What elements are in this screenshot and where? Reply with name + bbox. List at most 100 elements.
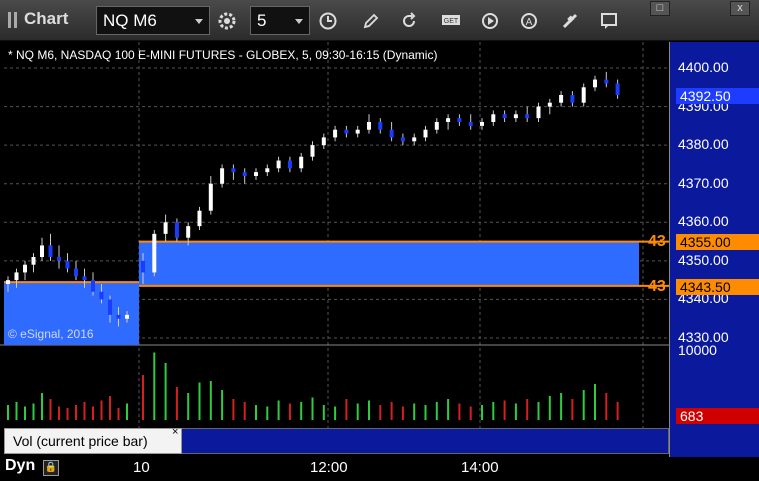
comment-icon[interactable]	[596, 8, 621, 33]
alert-icon[interactable]: A	[516, 8, 541, 33]
candle-body	[480, 122, 484, 126]
candle-body	[14, 272, 19, 281]
volume-max-tick: 10000	[678, 342, 717, 358]
volume-study-label[interactable]: Vol (current price bar)	[4, 428, 182, 454]
candle-body	[333, 129, 338, 138]
candle-body	[321, 137, 326, 146]
link-icon[interactable]	[557, 8, 582, 33]
candle-body	[125, 314, 129, 319]
candle-body	[208, 183, 213, 211]
chart-toolbar: Chart NQ M6 5 GET A □ x	[0, 0, 759, 41]
candle-body	[116, 314, 121, 319]
candle-body	[559, 95, 564, 103]
candle-body	[287, 160, 292, 169]
candle-body	[457, 118, 462, 122]
candle-body	[491, 114, 496, 122]
candle-body	[468, 122, 473, 126]
svg-text:A: A	[525, 17, 532, 28]
price-tick-label: 4360.00	[678, 213, 729, 230]
candle-body	[141, 260, 145, 273]
candle-body	[581, 87, 586, 103]
play-icon[interactable]	[477, 8, 502, 33]
candle-body	[242, 172, 247, 176]
candle-body	[91, 280, 95, 292]
candle-body	[99, 291, 104, 300]
draw-pencil-icon[interactable]	[358, 8, 383, 33]
candle-body	[231, 168, 236, 173]
candle-body	[344, 129, 349, 134]
clock-icon[interactable]	[315, 8, 340, 33]
candle-body	[502, 114, 507, 119]
interval-select[interactable]: 5	[250, 6, 310, 35]
price-tick-label: 4350.00	[678, 251, 729, 268]
settings-gear-icon[interactable]	[214, 8, 239, 33]
candle-body	[65, 260, 70, 269]
candle-body	[434, 122, 439, 130]
candle-body	[536, 106, 541, 119]
candle-body	[299, 156, 304, 169]
chevron-down-icon	[195, 19, 203, 24]
price-tick-label: 4400.00	[678, 59, 729, 75]
candle-body	[570, 95, 575, 103]
candle-body	[31, 257, 36, 265]
candle-body	[355, 129, 360, 134]
candle-body	[254, 172, 258, 176]
volume-last-label: 683	[676, 408, 759, 424]
candle-body	[593, 79, 597, 88]
restore-button[interactable]: □	[650, 1, 670, 16]
candle-body	[174, 222, 179, 238]
candle-body	[220, 168, 225, 184]
candle-body	[412, 137, 417, 142]
candle-body	[310, 145, 315, 157]
copyright-text: © eSignal, 2016	[8, 327, 94, 341]
refresh-icon[interactable]	[396, 8, 421, 33]
symbol-select[interactable]: NQ M6	[96, 6, 210, 35]
candle-body	[23, 264, 27, 273]
volume-close-icon[interactable]: ×	[172, 426, 178, 438]
candle-body	[389, 129, 394, 138]
candle-body	[615, 83, 620, 95]
candle-body	[57, 257, 61, 261]
price-chart[interactable]	[0, 0, 759, 481]
candle-body	[525, 114, 530, 119]
candle-body	[197, 210, 202, 227]
time-label-1200: 12:00	[310, 459, 348, 476]
candle-body	[446, 118, 451, 122]
window-title: Chart	[24, 9, 69, 28]
candle-body	[265, 168, 270, 173]
candle-body	[378, 122, 383, 130]
candle-body	[74, 268, 78, 277]
lock-icon[interactable]: 🔒	[43, 460, 59, 476]
candle-body	[400, 137, 405, 142]
level-high-side-label: 43	[648, 233, 666, 250]
time-label-1400: 14:00	[461, 459, 499, 476]
level-zone-rect	[139, 241, 639, 286]
candle-body	[108, 299, 112, 315]
candle-body	[82, 276, 87, 281]
level-high-label: 4355.00	[676, 234, 759, 250]
chart-description: * NQ M6, NASDAQ 100 E-MINI FUTURES - GLO…	[8, 48, 438, 62]
dynamic-label[interactable]: Dyn	[5, 457, 35, 475]
candle-body	[547, 102, 552, 107]
close-button[interactable]: x	[730, 1, 750, 16]
candle-body	[152, 233, 157, 273]
candle-body	[6, 280, 10, 284]
price-tick-label: 4370.00	[678, 174, 729, 191]
last-price-label: 4392.50	[676, 88, 759, 104]
candle-body	[367, 122, 371, 130]
candle-body	[513, 114, 518, 119]
chevron-down-icon	[295, 19, 303, 24]
svg-text:GET: GET	[443, 18, 458, 25]
get-icon[interactable]: GET	[438, 8, 463, 33]
interval-value: 5	[257, 11, 267, 30]
candle-body	[48, 245, 53, 257]
level-low-label: 4343.50	[676, 279, 759, 295]
candle-body	[276, 160, 281, 169]
price-tick-label: 4380.00	[678, 136, 729, 153]
time-axis[interactable]	[0, 457, 759, 481]
symbol-value: NQ M6	[103, 11, 157, 30]
candle-body	[423, 129, 428, 138]
candle-body	[40, 245, 44, 257]
candle-body	[604, 79, 609, 84]
time-label-10: 10	[133, 459, 150, 476]
